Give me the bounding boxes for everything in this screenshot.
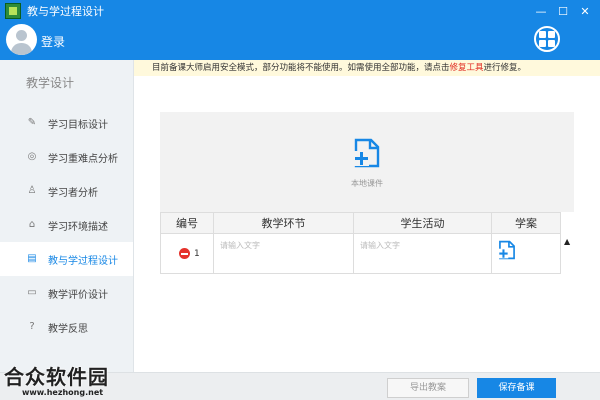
upload-label: 本地课件 bbox=[351, 179, 383, 188]
sidebar-title: 教学设计 bbox=[26, 76, 75, 90]
sidebar-item-environment[interactable]: ⌂ 学习环境描述 bbox=[0, 208, 133, 242]
row-number: 1 bbox=[194, 249, 200, 259]
column-header-student-activity: 学生活动 bbox=[353, 212, 492, 234]
title-bar: 教与学过程设计 — ☐ ✕ bbox=[0, 0, 600, 22]
remove-row-icon[interactable] bbox=[179, 248, 190, 259]
column-header-study-plan: 学案 bbox=[491, 212, 561, 234]
login-link[interactable]: 登录 bbox=[41, 33, 65, 50]
repair-tool-link[interactable]: 修复工具 bbox=[450, 63, 484, 73]
document-icon: ▤ bbox=[27, 253, 37, 264]
column-header-teaching-step: 教学环节 bbox=[213, 212, 354, 234]
window-controls: — ☐ ✕ bbox=[530, 0, 596, 22]
window-title: 教与学过程设计 bbox=[27, 5, 104, 18]
sidebar-item-teaching-process[interactable]: ▤ 教与学过程设计 bbox=[0, 242, 133, 276]
watermark-text: 合众软件园 bbox=[4, 365, 109, 389]
notice-text-end: 进行修复。 bbox=[483, 63, 527, 73]
lesson-steps-table: 编号 教学环节 学生活动 学案 1 请输入文字 请输入文字 bbox=[160, 212, 561, 274]
users-icon: ♙ bbox=[27, 185, 37, 196]
header-bar: 登录 bbox=[0, 22, 600, 60]
chat-icon: ▭ bbox=[27, 287, 37, 298]
sidebar-item-evaluation[interactable]: ▭ 教学评价设计 bbox=[0, 276, 133, 310]
sidebar: 教学设计 ✎ 学习目标设计 ◎ 学习重难点分析 ♙ 学习者分析 ⌂ 学习环境描述… bbox=[0, 60, 134, 380]
table-row: 1 请输入文字 请输入文字 bbox=[160, 233, 561, 274]
watermark-url: www.hezhong.net bbox=[22, 388, 104, 397]
table-header-row: 编号 教学环节 学生活动 学案 bbox=[160, 212, 561, 234]
avatar-body-icon bbox=[11, 43, 32, 55]
edit-icon: ✎ bbox=[27, 117, 37, 128]
avatar-head-icon bbox=[16, 30, 27, 41]
sidebar-item-label: 教学评价设计 bbox=[48, 289, 108, 301]
grid-cell bbox=[548, 40, 555, 47]
sidebar-item-label: 学习目标设计 bbox=[48, 119, 108, 131]
local-courseware-upload[interactable]: 本地课件 bbox=[160, 112, 574, 212]
row-number-cell: 1 bbox=[160, 233, 214, 274]
minimize-button[interactable]: — bbox=[530, 0, 552, 22]
watermark: 合众软件园 www.hezhong.net bbox=[4, 361, 164, 400]
sidebar-item-reflection[interactable]: ? 教学反思 bbox=[0, 310, 133, 344]
close-button[interactable]: ✕ bbox=[574, 0, 596, 22]
grid-cell bbox=[539, 40, 546, 47]
home-icon: ⌂ bbox=[28, 219, 36, 230]
target-icon: ◎ bbox=[27, 151, 37, 162]
scroll-up-arrow-icon[interactable]: ▲ bbox=[564, 237, 572, 246]
avatar[interactable] bbox=[6, 24, 37, 55]
save-lesson-button[interactable]: 保存备课 bbox=[477, 378, 556, 398]
notice-text: 目前备课大师启用安全模式，部分功能将不能使用。如需使用全部功能，请点击 bbox=[152, 63, 450, 73]
sidebar-item-label: 教学反思 bbox=[48, 323, 88, 335]
export-lesson-plan-button[interactable]: 导出教案 bbox=[387, 378, 469, 398]
help-icon: ? bbox=[29, 321, 35, 332]
sidebar-item-label: 学习重难点分析 bbox=[48, 153, 118, 165]
teaching-step-input[interactable]: 请输入文字 bbox=[213, 233, 354, 274]
safe-mode-notice: 目前备课大师启用安全模式，部分功能将不能使用。如需使用全部功能，请点击修复工具进… bbox=[134, 60, 600, 76]
maximize-button[interactable]: ☐ bbox=[552, 0, 574, 22]
sidebar-item-learner-analysis[interactable]: ♙ 学习者分析 bbox=[0, 174, 133, 208]
column-header-number: 编号 bbox=[160, 212, 214, 234]
sidebar-item-key-points[interactable]: ◎ 学习重难点分析 bbox=[0, 140, 133, 174]
sidebar-item-label: 教与学过程设计 bbox=[48, 255, 118, 267]
sidebar-item-learning-goals[interactable]: ✎ 学习目标设计 bbox=[0, 106, 133, 140]
sidebar-item-label: 学习环境描述 bbox=[48, 221, 108, 233]
add-file-icon bbox=[354, 138, 380, 168]
grid-cell bbox=[539, 31, 546, 38]
app-icon bbox=[5, 3, 21, 19]
main-content: 目前备课大师启用安全模式，部分功能将不能使用。如需使用全部功能，请点击修复工具进… bbox=[134, 60, 600, 380]
student-activity-input[interactable]: 请输入文字 bbox=[353, 233, 492, 274]
apps-grid-icon[interactable] bbox=[534, 26, 560, 52]
add-study-plan-icon[interactable] bbox=[498, 240, 516, 260]
sidebar-item-label: 学习者分析 bbox=[48, 187, 98, 199]
study-plan-cell bbox=[491, 233, 561, 274]
grid-cell bbox=[548, 31, 555, 38]
